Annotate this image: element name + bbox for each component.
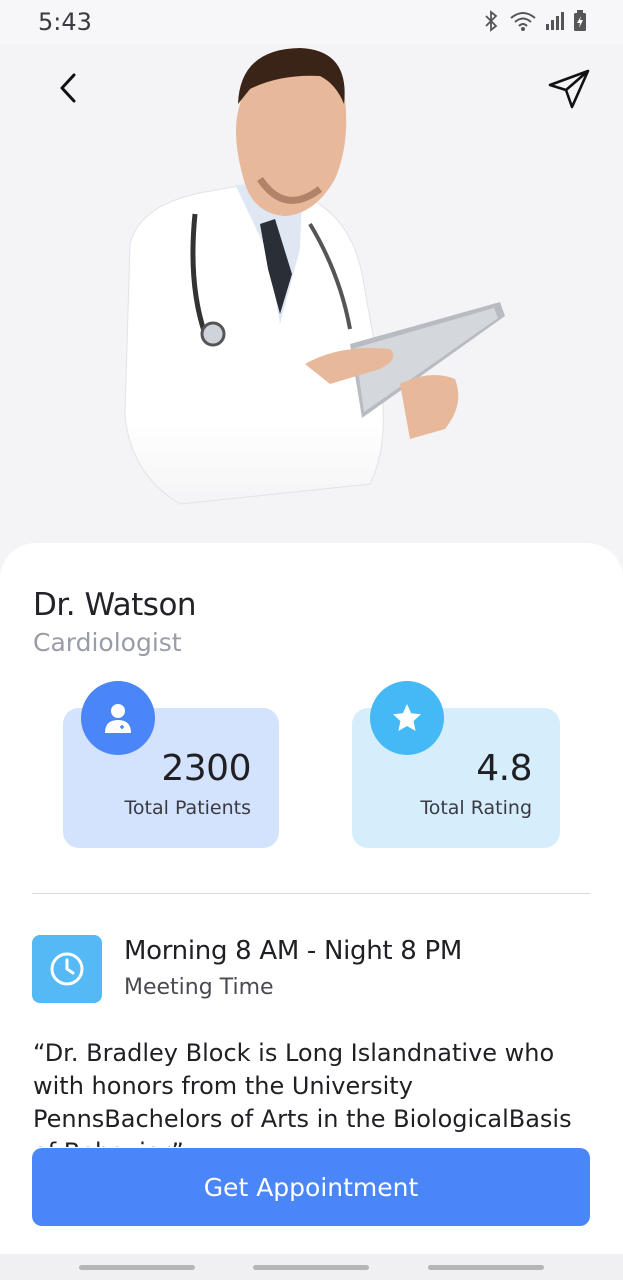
- meeting-time-label: Meeting Time: [124, 975, 274, 1000]
- nav-back-handle[interactable]: [428, 1265, 544, 1270]
- doctor-name: Dr. Watson: [33, 587, 197, 623]
- share-button[interactable]: [545, 66, 593, 112]
- doctor-details-card: Dr. Watson Cardiologist 2300 Total Patie…: [0, 543, 623, 1280]
- divider: [32, 893, 590, 894]
- nav-home-handle[interactable]: [253, 1265, 369, 1270]
- status-bar: 5:43: [0, 0, 623, 44]
- total-patients-card: 2300 Total Patients: [63, 681, 279, 848]
- chevron-left-icon: [60, 73, 76, 103]
- total-patients-label: Total Patients: [124, 797, 251, 819]
- back-button[interactable]: [48, 66, 88, 110]
- total-patients-value: 2300: [161, 748, 251, 789]
- clock-icon: [32, 935, 102, 1003]
- doctor-bio: “Dr. Bradley Block is Long Islandnative …: [33, 1039, 572, 1147]
- total-rating-label: Total Rating: [420, 797, 532, 819]
- doctor-specialty: Cardiologist: [33, 628, 182, 657]
- send-icon: [548, 69, 590, 109]
- status-time: 5:43: [38, 8, 92, 36]
- get-appointment-button[interactable]: Get Appointment: [32, 1148, 590, 1226]
- star-icon: [370, 681, 444, 755]
- wifi-icon: [509, 10, 537, 32]
- doctor-photo: [124, 48, 505, 505]
- signal-icon: [545, 10, 565, 32]
- bluetooth-icon: [481, 10, 501, 32]
- total-rating-card: 4.8 Total Rating: [352, 681, 560, 848]
- status-icons: [481, 10, 587, 32]
- meeting-time-value: Morning 8 AM - Night 8 PM: [124, 936, 462, 966]
- total-rating-value: 4.8: [476, 748, 532, 789]
- patient-icon: [81, 681, 155, 755]
- navigation-bar: [0, 1254, 623, 1280]
- battery-icon: [573, 10, 587, 32]
- nav-recents-handle[interactable]: [79, 1265, 195, 1270]
